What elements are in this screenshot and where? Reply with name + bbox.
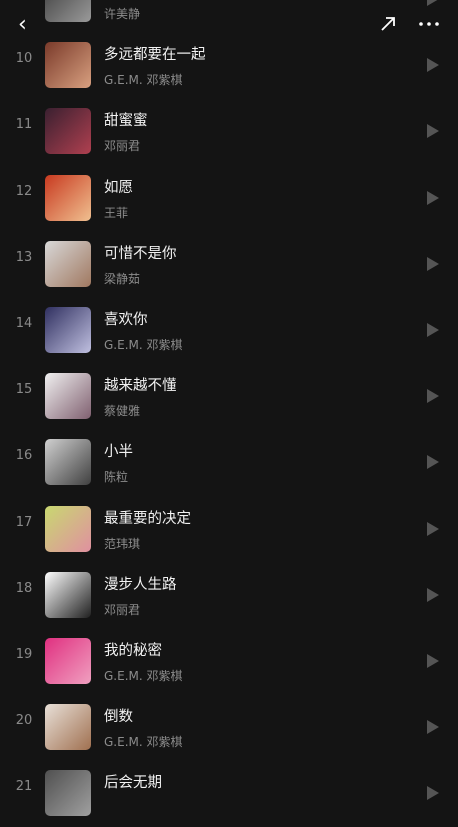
track-number: 21 — [15, 779, 33, 795]
play-icon[interactable] — [427, 653, 439, 668]
song-title: 小半 — [104, 444, 133, 461]
play-icon[interactable] — [427, 190, 439, 205]
track-number: 19 — [15, 646, 33, 662]
song-row[interactable]: 13 可惜不是你 梁静茹 — [0, 232, 458, 298]
track-number: 12 — [15, 183, 33, 199]
song-artist: 王菲 — [104, 205, 129, 220]
album-cover[interactable] — [45, 373, 91, 420]
song-artist: 邓丽君 — [104, 602, 141, 617]
song-artist: 陈粒 — [104, 470, 129, 485]
song-artist: G.E.M. 邓紫棋 — [104, 668, 183, 683]
album-cover[interactable] — [45, 770, 91, 817]
play-icon[interactable] — [427, 322, 439, 337]
song-row[interactable]: 16 小半 陈粒 — [0, 430, 458, 496]
album-cover[interactable] — [45, 704, 91, 751]
play-icon[interactable] — [427, 720, 439, 735]
song-title: 甜蜜蜜 — [104, 113, 148, 130]
song-row[interactable]: 21 后会无期 — [0, 761, 458, 827]
song-row[interactable]: 15 越来越不懂 蔡健雅 — [0, 364, 458, 430]
play-icon[interactable] — [427, 58, 439, 73]
song-row[interactable]: 18 漫步人生路 邓丽君 — [0, 563, 458, 629]
play-icon[interactable] — [427, 521, 439, 536]
song-title: 越来越不懂 — [104, 378, 177, 395]
play-icon[interactable] — [427, 455, 439, 470]
album-cover[interactable] — [45, 505, 91, 552]
song-row[interactable]: 14 喜欢你 G.E.M. 邓紫棋 — [0, 298, 458, 364]
album-cover[interactable] — [45, 571, 91, 618]
album-cover[interactable] — [45, 174, 91, 221]
track-number: 17 — [15, 514, 33, 530]
top-bar: ‹ — [0, 0, 458, 50]
song-title: 后会无期 — [104, 775, 162, 792]
song-row[interactable]: 20 倒数 G.E.M. 邓紫棋 — [0, 695, 458, 761]
play-icon[interactable] — [427, 786, 439, 801]
song-row[interactable]: 11 甜蜜蜜 邓丽君 — [0, 99, 458, 165]
track-number: 14 — [15, 315, 33, 331]
song-artist: G.E.M. 邓紫棋 — [104, 735, 183, 750]
play-icon[interactable] — [427, 124, 439, 139]
song-title: 漫步人生路 — [104, 576, 177, 593]
song-title: 最重要的决定 — [104, 510, 191, 527]
song-row[interactable]: 19 我的秘密 G.E.M. 邓紫棋 — [0, 629, 458, 695]
song-artist: G.E.M. 邓紫棋 — [104, 73, 183, 88]
track-number: 13 — [15, 249, 33, 265]
song-list: 9 他说想住在附后 许美静 10 多远都要在一起 G.E.M. 邓紫棋 11 甜… — [0, 0, 458, 827]
back-icon[interactable]: ‹ — [18, 12, 40, 38]
song-artist: 邓丽君 — [104, 139, 141, 154]
album-cover[interactable] — [45, 306, 91, 353]
song-artist: G.E.M. 邓紫棋 — [104, 337, 183, 352]
song-artist: 蔡健雅 — [104, 404, 141, 419]
track-number: 15 — [15, 382, 33, 398]
play-icon[interactable] — [427, 587, 439, 602]
song-artist: 梁静茹 — [104, 271, 141, 286]
play-icon[interactable] — [427, 256, 439, 271]
song-row[interactable]: 12 如愿 王菲 — [0, 166, 458, 232]
share-icon[interactable] — [378, 14, 398, 34]
album-cover[interactable] — [45, 240, 91, 287]
track-number: 16 — [15, 448, 33, 464]
album-cover[interactable] — [45, 439, 91, 486]
track-number: 20 — [15, 713, 33, 729]
track-number: 11 — [15, 117, 33, 133]
song-title: 如愿 — [104, 179, 133, 196]
album-cover[interactable] — [45, 108, 91, 155]
more-icon[interactable] — [418, 14, 440, 34]
album-cover[interactable] — [45, 637, 91, 684]
song-title: 我的秘密 — [104, 642, 162, 659]
song-row[interactable]: 17 最重要的决定 范玮琪 — [0, 497, 458, 563]
track-number: 10 — [15, 51, 33, 67]
song-title: 可惜不是你 — [104, 245, 177, 262]
song-title: 喜欢你 — [104, 311, 148, 328]
track-number: 18 — [15, 580, 33, 596]
song-title: 倒数 — [104, 709, 133, 726]
play-icon[interactable] — [427, 389, 439, 404]
song-artist: 范玮琪 — [104, 536, 141, 551]
